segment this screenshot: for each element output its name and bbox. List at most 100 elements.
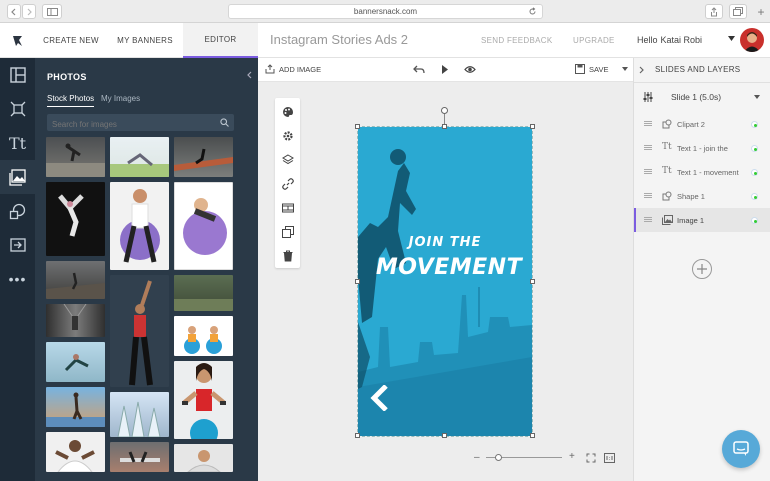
- banner-headline-line2[interactable]: MOVEMENT: [366, 255, 532, 280]
- resize-handle[interactable]: [355, 433, 360, 438]
- save-button[interactable]: SAVE: [575, 64, 608, 74]
- delete-trash-icon[interactable]: [282, 250, 294, 262]
- banner-headline-line1[interactable]: JOIN THE: [358, 235, 532, 250]
- stock-photo[interactable]: [174, 137, 233, 177]
- stock-photo[interactable]: [110, 392, 169, 437]
- search-field[interactable]: [47, 116, 207, 133]
- bannersnack-logo[interactable]: [0, 23, 35, 58]
- resize-handle[interactable]: [355, 124, 360, 129]
- address-bar[interactable]: bannersnack.com: [228, 4, 543, 19]
- stock-photo[interactable]: [46, 137, 105, 177]
- embed-icon[interactable]: [0, 228, 35, 262]
- resize-handle[interactable]: [530, 124, 535, 129]
- tab-editor[interactable]: EDITOR: [183, 23, 258, 58]
- layer-row[interactable]: Tt Text 1 - movement: [634, 160, 770, 184]
- stock-photo[interactable]: [46, 304, 105, 337]
- visibility-dot[interactable]: [751, 121, 758, 128]
- expand-panel-chevron-icon[interactable]: [639, 66, 645, 74]
- stock-photo[interactable]: [46, 387, 105, 427]
- sidebar-toggle-button[interactable]: [42, 4, 62, 19]
- resize-handle[interactable]: [442, 433, 447, 438]
- stock-photo[interactable]: [46, 182, 105, 256]
- slide-selector[interactable]: Slide 1 (5.0s): [634, 83, 770, 111]
- play-icon[interactable]: [441, 65, 449, 74]
- avatar[interactable]: [740, 28, 764, 52]
- user-greeting[interactable]: Hello Katai Robi: [637, 35, 702, 45]
- more-icon[interactable]: •••: [0, 262, 35, 296]
- stock-photo[interactable]: [174, 275, 233, 311]
- visibility-dot[interactable]: [751, 217, 758, 224]
- layer-row-selected[interactable]: Image 1: [634, 208, 770, 232]
- add-slide-button[interactable]: [692, 259, 712, 279]
- slide-settings-sliders-icon[interactable]: [643, 92, 653, 102]
- stock-photo[interactable]: [110, 182, 169, 270]
- stock-photo[interactable]: [46, 261, 105, 299]
- drag-handle-icon[interactable]: [644, 145, 652, 150]
- resize-icon[interactable]: [0, 92, 35, 126]
- new-tab-button[interactable]: +: [754, 4, 768, 19]
- undo-icon[interactable]: [413, 65, 425, 74]
- collapse-panel-icon[interactable]: [246, 71, 252, 79]
- add-image-button[interactable]: ADD IMAGE: [265, 64, 321, 74]
- search-icon[interactable]: [220, 118, 229, 127]
- layer-row[interactable]: Tt Text 1 - join the: [634, 136, 770, 160]
- drag-handle-icon[interactable]: [644, 169, 652, 174]
- drag-handle-icon[interactable]: [644, 121, 652, 126]
- filmstrip-icon[interactable]: [282, 202, 294, 214]
- banner-arrow-clipart-icon[interactable]: [370, 385, 390, 411]
- stock-photo[interactable]: [46, 432, 105, 472]
- resize-handle[interactable]: [530, 433, 535, 438]
- zoom-in-button[interactable]: +: [569, 451, 575, 462]
- layers-icon[interactable]: [282, 154, 294, 166]
- search-input[interactable]: [47, 114, 234, 133]
- stock-photo[interactable]: [110, 137, 169, 177]
- layer-row[interactable]: Clipart 2: [634, 112, 770, 136]
- photos-icon[interactable]: [0, 160, 35, 194]
- banner-canvas[interactable]: JOIN THE MOVEMENT: [358, 127, 532, 436]
- layer-row[interactable]: Shape 1: [634, 184, 770, 208]
- tabs-button[interactable]: [729, 4, 747, 19]
- color-palette-icon[interactable]: [282, 106, 294, 118]
- chat-support-button[interactable]: [722, 430, 760, 468]
- actual-size-icon[interactable]: [604, 453, 615, 463]
- shapes-icon[interactable]: [0, 194, 35, 228]
- send-feedback-link[interactable]: SEND FEEDBACK: [481, 36, 552, 45]
- duplicate-icon[interactable]: [282, 226, 294, 238]
- tab-my-images[interactable]: My Images: [101, 94, 140, 103]
- drag-handle-icon[interactable]: [644, 217, 652, 222]
- stock-photo[interactable]: [174, 182, 233, 270]
- visibility-dot[interactable]: [751, 169, 758, 176]
- banner-title[interactable]: Instagram Stories Ads 2: [270, 32, 408, 47]
- tab-my-banners[interactable]: MY BANNERS: [107, 23, 183, 58]
- forward-button[interactable]: [22, 4, 36, 19]
- stock-photo[interactable]: [174, 444, 233, 472]
- resize-handle[interactable]: [442, 124, 447, 129]
- stock-photo[interactable]: [46, 342, 105, 382]
- resize-handle[interactable]: [530, 279, 535, 284]
- back-button[interactable]: [7, 4, 21, 19]
- zoom-slider-handle[interactable]: [495, 454, 502, 461]
- zoom-out-button[interactable]: –: [474, 452, 480, 463]
- fit-screen-icon[interactable]: [586, 453, 596, 463]
- resize-handle[interactable]: [355, 279, 360, 284]
- drag-handle-icon[interactable]: [644, 193, 652, 198]
- text-tool-icon[interactable]: Tt: [0, 126, 35, 160]
- preview-eye-icon[interactable]: [464, 65, 476, 74]
- tab-stock-photos[interactable]: Stock Photos: [47, 94, 95, 107]
- share-button[interactable]: [705, 4, 723, 19]
- tab-create-new[interactable]: CREATE NEW: [35, 23, 107, 58]
- visibility-dot[interactable]: [751, 145, 758, 152]
- stock-photo[interactable]: [174, 361, 233, 439]
- stock-photo[interactable]: [110, 275, 169, 387]
- user-menu-chevron-icon[interactable]: [728, 36, 735, 41]
- upgrade-link[interactable]: UPGRADE: [573, 36, 615, 45]
- stock-photo[interactable]: [110, 442, 169, 472]
- save-options-chevron-icon[interactable]: [622, 67, 628, 71]
- layouts-icon[interactable]: [0, 58, 35, 92]
- visibility-dot[interactable]: [751, 193, 758, 200]
- settings-gear-icon[interactable]: [282, 130, 294, 142]
- stock-photo[interactable]: [174, 316, 233, 356]
- rotate-handle[interactable]: [441, 107, 448, 114]
- reload-icon[interactable]: [528, 7, 537, 16]
- slide-dropdown-chevron-icon[interactable]: [754, 95, 760, 99]
